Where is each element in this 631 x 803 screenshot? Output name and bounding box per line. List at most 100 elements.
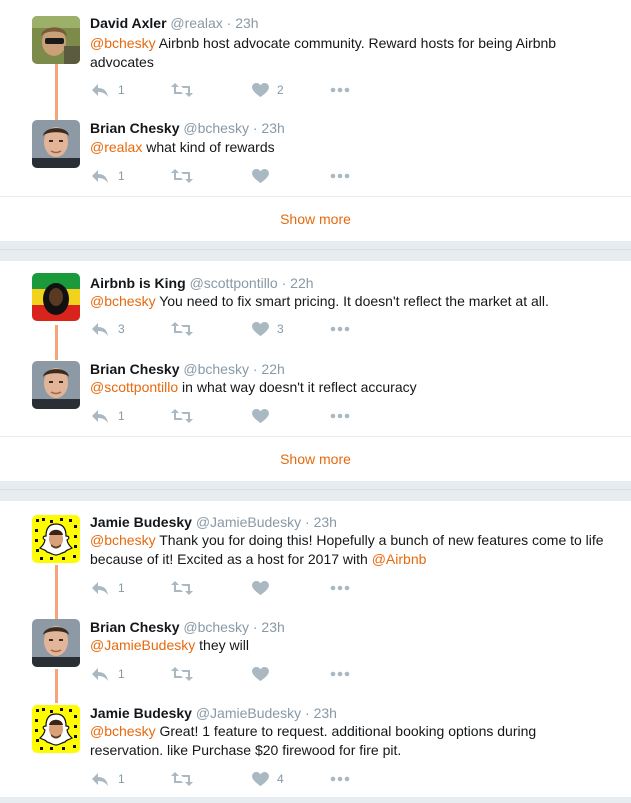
tweet[interactable]: Brian Chesky @bchesky · 22h @scottpontil… <box>0 349 631 435</box>
retweet-button[interactable] <box>170 406 194 426</box>
retweet-button[interactable] <box>170 166 194 186</box>
divider <box>0 249 631 250</box>
like-count: 3 <box>277 322 284 336</box>
mention-link[interactable]: @bchesky <box>90 532 156 548</box>
like-button[interactable] <box>252 406 269 426</box>
separator-dot: · <box>252 619 258 635</box>
avatar[interactable] <box>32 361 80 409</box>
more-dots-icon <box>330 776 350 782</box>
author-handle[interactable]: @bchesky <box>183 120 249 136</box>
heart-icon <box>252 322 269 337</box>
avatar[interactable] <box>32 619 80 667</box>
author-handle[interactable]: @bchesky <box>183 361 249 377</box>
author-name[interactable]: Brian Chesky <box>90 619 179 635</box>
mention-link[interactable]: @JamieBudesky <box>90 637 195 653</box>
show-more-link[interactable]: Show more <box>0 196 631 241</box>
author-handle[interactable]: @JamieBudesky <box>196 514 301 530</box>
tweet-text: @scottpontillo in what way doesn't it re… <box>90 378 610 397</box>
tweet[interactable]: Brian Chesky @bchesky · 23h @JamieBudesk… <box>0 607 631 693</box>
show-more-link[interactable]: Show more <box>0 436 631 481</box>
tweet-text: @bchesky Great! 1 feature to request. ad… <box>90 722 560 760</box>
author-handle[interactable]: @realax <box>170 15 222 31</box>
tweet-actions: 1 <box>90 406 390 426</box>
tweet[interactable]: Brian Chesky @bchesky · 23h @realax what… <box>0 110 631 195</box>
retweet-button[interactable] <box>170 319 194 339</box>
more-button[interactable] <box>330 80 350 100</box>
reply-button[interactable]: 1 <box>90 80 125 100</box>
like-count: 4 <box>277 772 284 786</box>
timestamp[interactable]: 22h <box>261 361 284 377</box>
retweet-button[interactable] <box>170 769 194 789</box>
author-name[interactable]: David Axler <box>90 15 167 31</box>
avatar[interactable] <box>32 16 80 64</box>
mention-link[interactable]: @bchesky <box>90 293 156 309</box>
author-handle[interactable]: @scottpontillo <box>190 275 278 291</box>
author-name[interactable]: Brian Chesky <box>90 120 179 136</box>
reply-button[interactable]: 1 <box>90 406 125 426</box>
author-name[interactable]: Airbnb is King <box>90 275 186 291</box>
reply-count: 1 <box>118 169 125 183</box>
reply-button[interactable]: 3 <box>90 319 125 339</box>
reply-count: 1 <box>118 581 125 595</box>
more-button[interactable] <box>330 319 350 339</box>
tweet[interactable]: Jamie Budesky @JamieBudesky · 23h @bches… <box>0 501 631 607</box>
author-handle[interactable]: @JamieBudesky <box>196 705 301 721</box>
author-name[interactable]: Brian Chesky <box>90 361 179 377</box>
retweet-icon <box>170 82 194 98</box>
avatar[interactable] <box>32 705 80 753</box>
avatar[interactable] <box>32 515 80 563</box>
like-button[interactable] <box>252 166 269 186</box>
like-button[interactable]: 3 <box>252 319 284 339</box>
retweet-button[interactable] <box>170 80 194 100</box>
more-button[interactable] <box>330 769 350 789</box>
retweet-icon <box>170 580 194 596</box>
reply-button[interactable]: 1 <box>90 769 125 789</box>
timestamp[interactable]: 23h <box>261 619 284 635</box>
tweet-actions: 3 3 <box>90 319 390 339</box>
mention-link[interactable]: @bchesky <box>90 35 156 51</box>
heart-icon <box>252 667 269 682</box>
conversation-card: Airbnb is King @scottpontillo · 22h @bch… <box>0 261 631 481</box>
tweet-actions: 1 <box>90 664 390 684</box>
like-button[interactable] <box>252 578 269 598</box>
timestamp[interactable]: 23h <box>314 514 337 530</box>
reply-button[interactable]: 1 <box>90 664 125 684</box>
tweet[interactable]: Airbnb is King @scottpontillo · 22h @bch… <box>0 261 631 349</box>
tweet-actions: 1 4 <box>90 769 390 789</box>
more-button[interactable] <box>330 166 350 186</box>
like-button[interactable] <box>252 664 269 684</box>
retweet-button[interactable] <box>170 664 194 684</box>
author-name[interactable]: Jamie Budesky <box>90 705 192 721</box>
avatar[interactable] <box>32 120 80 168</box>
conversation-card: Jamie Budesky @JamieBudesky · 23h @bches… <box>0 501 631 797</box>
author-handle[interactable]: @bchesky <box>183 619 249 635</box>
more-button[interactable] <box>330 664 350 684</box>
tweet[interactable]: Jamie Budesky @JamieBudesky · 23h @bches… <box>0 693 631 797</box>
more-button[interactable] <box>330 578 350 598</box>
reply-button[interactable]: 1 <box>90 166 125 186</box>
more-dots-icon <box>330 87 350 93</box>
tweet-actions: 1 <box>90 166 390 186</box>
reply-count: 1 <box>118 772 125 786</box>
author-name[interactable]: Jamie Budesky <box>90 514 192 530</box>
mention-link[interactable]: @scottpontillo <box>90 379 178 395</box>
like-button[interactable]: 4 <box>252 769 284 789</box>
timestamp[interactable]: 23h <box>314 705 337 721</box>
tweet-text: @bchesky Airbnb host advocate community.… <box>90 34 610 72</box>
avatar[interactable] <box>32 273 80 321</box>
like-button[interactable]: 2 <box>252 80 284 100</box>
tweet-text: @bchesky Thank you for doing this! Hopef… <box>90 531 605 569</box>
mention-link[interactable]: @Airbnb <box>372 551 427 567</box>
timestamp[interactable]: 23h <box>235 15 258 31</box>
retweet-button[interactable] <box>170 578 194 598</box>
timestamp[interactable]: 23h <box>261 120 284 136</box>
tweet-body: what kind of rewards <box>142 139 275 155</box>
reply-icon <box>90 666 110 682</box>
reply-button[interactable]: 1 <box>90 578 125 598</box>
timestamp[interactable]: 22h <box>290 275 313 291</box>
mention-link[interactable]: @bchesky <box>90 723 156 739</box>
more-button[interactable] <box>330 406 350 426</box>
mention-link[interactable]: @realax <box>90 139 142 155</box>
conversation-card: David Axler @realax · 23h @bchesky Airbn… <box>0 0 631 241</box>
tweet[interactable]: David Axler @realax · 23h @bchesky Airbn… <box>0 0 631 110</box>
